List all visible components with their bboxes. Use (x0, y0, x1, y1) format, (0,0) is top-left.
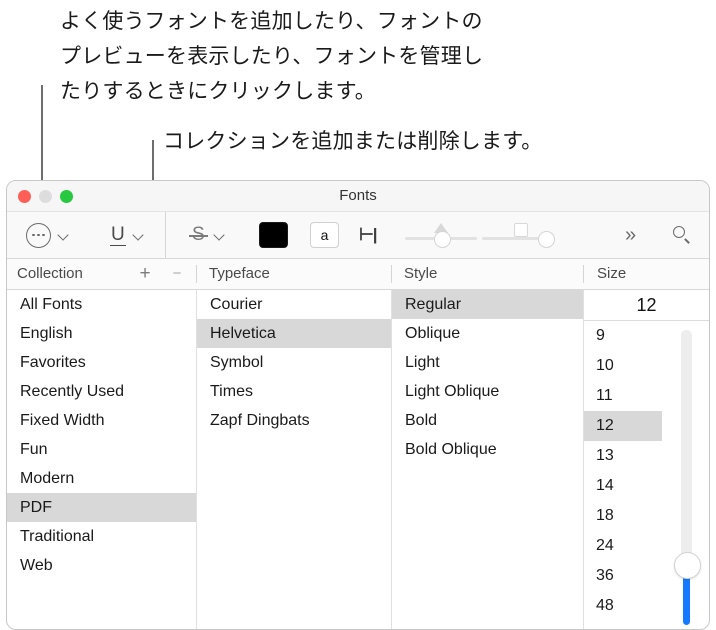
text-background-color-button[interactable]: a (310, 212, 339, 258)
strikethrough-icon: S (189, 224, 208, 245)
list-item[interactable]: 36 (584, 561, 662, 591)
more-toolbar-items-button[interactable]: » (625, 212, 636, 258)
fonts-toolbar: U S a ⊢| » (7, 212, 709, 259)
search-icon (672, 225, 692, 245)
shadow-blur-slider-track[interactable] (482, 223, 555, 248)
shadow-blur-slider[interactable] (482, 212, 555, 258)
document-color-icon: ⊢| (359, 225, 378, 244)
remove-collection-button[interactable]: − (166, 259, 188, 289)
list-item[interactable]: 24 (584, 531, 662, 561)
column-divider (196, 265, 197, 283)
list-item[interactable]: 13 (584, 441, 662, 471)
column-divider (391, 265, 392, 283)
collection-list[interactable]: All Fonts English Favorites Recently Use… (7, 290, 196, 629)
toolbar-separator (165, 212, 166, 258)
double-chevron-right-icon: » (625, 223, 636, 246)
list-item[interactable]: Traditional (7, 522, 196, 551)
list-item[interactable]: Zapf Dingbats (197, 406, 391, 435)
slider-knob[interactable] (538, 231, 555, 248)
size-slider[interactable] (674, 330, 701, 625)
list-item-selected[interactable]: 12 (584, 411, 662, 441)
list-item[interactable]: 11 (584, 381, 662, 411)
ellipsis-circle-icon (26, 222, 51, 248)
list-item[interactable]: Light (392, 348, 583, 377)
list-item[interactable]: Times (197, 377, 391, 406)
list-item[interactable]: Fun (7, 435, 196, 464)
list-item[interactable]: Recently Used (7, 377, 196, 406)
list-item[interactable]: Symbol (197, 348, 391, 377)
column-header-style[interactable]: Style (404, 259, 437, 289)
chevron-down-icon (133, 229, 145, 241)
slider-knob[interactable] (434, 231, 451, 248)
style-list[interactable]: Regular Oblique Light Light Oblique Bold… (392, 290, 583, 629)
strikethrough-button[interactable]: S (189, 212, 226, 258)
size-slider-fill (683, 571, 690, 625)
text-color-button[interactable] (259, 212, 288, 258)
list-item[interactable]: English (7, 319, 196, 348)
list-item[interactable]: 14 (584, 471, 662, 501)
size-slider-knob[interactable] (674, 552, 701, 579)
add-collection-button[interactable]: + (134, 259, 156, 289)
column-header-collection[interactable]: Collection (17, 259, 83, 289)
list-item[interactable]: Bold Oblique (392, 435, 583, 464)
list-item[interactable]: 48 (584, 591, 662, 621)
underline-icon: U (110, 223, 126, 246)
fonts-panes: All Fonts English Favorites Recently Use… (7, 290, 709, 629)
column-divider (583, 265, 584, 283)
typeface-list[interactable]: Courier Helvetica Symbol Times Zapf Ding… (197, 290, 391, 629)
list-item[interactable]: Modern (7, 464, 196, 493)
chevron-down-icon (58, 229, 70, 241)
list-item-selected[interactable]: PDF (7, 493, 196, 522)
callout-text-top: よく使うフォントを追加したり、フォントの プレビューを表示したり、フォントを管理… (60, 10, 484, 103)
callout-text-second: コレクションを追加または削除します。 (163, 130, 543, 153)
fonts-window: Fonts U S a ⊢| » Collection + − Typeface… (6, 180, 710, 630)
window-title: Fonts (339, 187, 377, 204)
list-item[interactable]: Courier (197, 290, 391, 319)
text-color-swatch-icon (259, 222, 288, 248)
square-cap-icon (514, 223, 528, 237)
list-item[interactable]: Web (7, 551, 196, 580)
list-item[interactable]: Favorites (7, 348, 196, 377)
document-color-button[interactable]: ⊢| (359, 212, 378, 258)
list-item-selected[interactable]: Helvetica (197, 319, 391, 348)
column-header-typeface[interactable]: Typeface (209, 259, 270, 289)
list-item[interactable]: 10 (584, 351, 662, 381)
search-button[interactable] (672, 212, 692, 258)
list-item[interactable]: Bold (392, 406, 583, 435)
list-item[interactable]: 9 (584, 321, 662, 351)
actions-menu-button[interactable] (26, 212, 70, 258)
list-item[interactable]: All Fonts (7, 290, 196, 319)
shadow-opacity-slider[interactable] (405, 212, 477, 258)
text-background-swatch-icon: a (310, 222, 339, 248)
list-item[interactable]: Fixed Width (7, 406, 196, 435)
list-item[interactable]: Oblique (392, 319, 583, 348)
list-item-selected[interactable]: Regular (392, 290, 583, 319)
size-pane[interactable]: 12 9 10 11 12 13 14 18 24 36 48 (584, 290, 709, 629)
size-input[interactable]: 12 (584, 290, 709, 321)
shadow-opacity-slider-track[interactable] (405, 223, 477, 248)
size-slider-track (681, 330, 692, 561)
column-headers: Collection + − Typeface Style Size (7, 259, 709, 290)
chevron-down-icon (214, 229, 226, 241)
window-titlebar: Fonts (7, 181, 709, 212)
list-item[interactable]: 18 (584, 501, 662, 531)
column-header-size[interactable]: Size (597, 259, 626, 289)
underline-button[interactable]: U (110, 212, 145, 258)
list-item[interactable]: Light Oblique (392, 377, 583, 406)
